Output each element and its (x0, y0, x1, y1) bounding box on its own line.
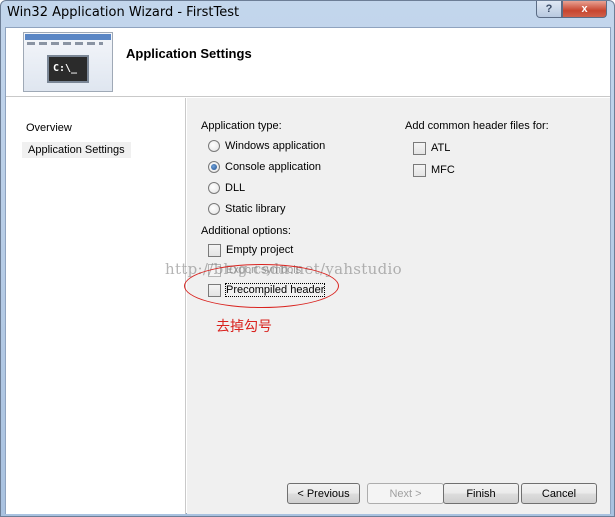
checkbox-icon (413, 141, 426, 155)
radio-windows-application[interactable]: Windows application (208, 138, 325, 154)
sidebar-item-application-settings[interactable]: Application Settings (22, 142, 131, 158)
previous-button[interactable]: < Previous (287, 483, 360, 504)
window-title: Win32 Application Wizard - FirstTest (7, 5, 240, 20)
radio-selected-icon (208, 161, 220, 173)
page-title: Application Settings (126, 46, 252, 61)
checkbox-atl[interactable]: ATL (413, 140, 450, 156)
title-bar[interactable]: Win32 Application Wizard - FirstTest ? x (1, 1, 614, 27)
annotation-ellipse (184, 264, 339, 308)
radio-icon (208, 182, 220, 194)
application-type-label: Application type: (201, 120, 282, 132)
radio-icon (208, 140, 220, 152)
radio-icon (208, 203, 220, 215)
help-button[interactable]: ? (536, 1, 562, 18)
next-button[interactable]: Next > (367, 483, 444, 504)
checkbox-icon (413, 163, 426, 177)
wizard-window: Win32 Application Wizard - FirstTest ? x… (0, 0, 615, 517)
additional-options-label: Additional options: (201, 225, 291, 237)
checkbox-mfc[interactable]: MFC (413, 162, 455, 178)
close-button[interactable]: x (562, 1, 607, 18)
cancel-button[interactable]: Cancel (521, 483, 597, 504)
radio-dll[interactable]: DLL (208, 180, 245, 196)
sidebar-item-overview[interactable]: Overview (26, 122, 72, 134)
console-app-icon: C:\_ (23, 32, 113, 92)
checkbox-icon (208, 243, 221, 257)
annotation-text: 去掉勾号 (216, 319, 272, 335)
radio-console-application[interactable]: Console application (208, 159, 321, 175)
wizard-sidebar: Overview Application Settings (6, 98, 186, 514)
checkbox-empty-project[interactable]: Empty project (208, 242, 293, 258)
console-prompt: C:\_ (47, 55, 89, 83)
header-files-label: Add common header files for: (405, 120, 549, 132)
radio-static-library[interactable]: Static library (208, 201, 286, 217)
finish-button[interactable]: Finish (443, 483, 519, 504)
wizard-header: C:\_ Application Settings (6, 28, 610, 97)
